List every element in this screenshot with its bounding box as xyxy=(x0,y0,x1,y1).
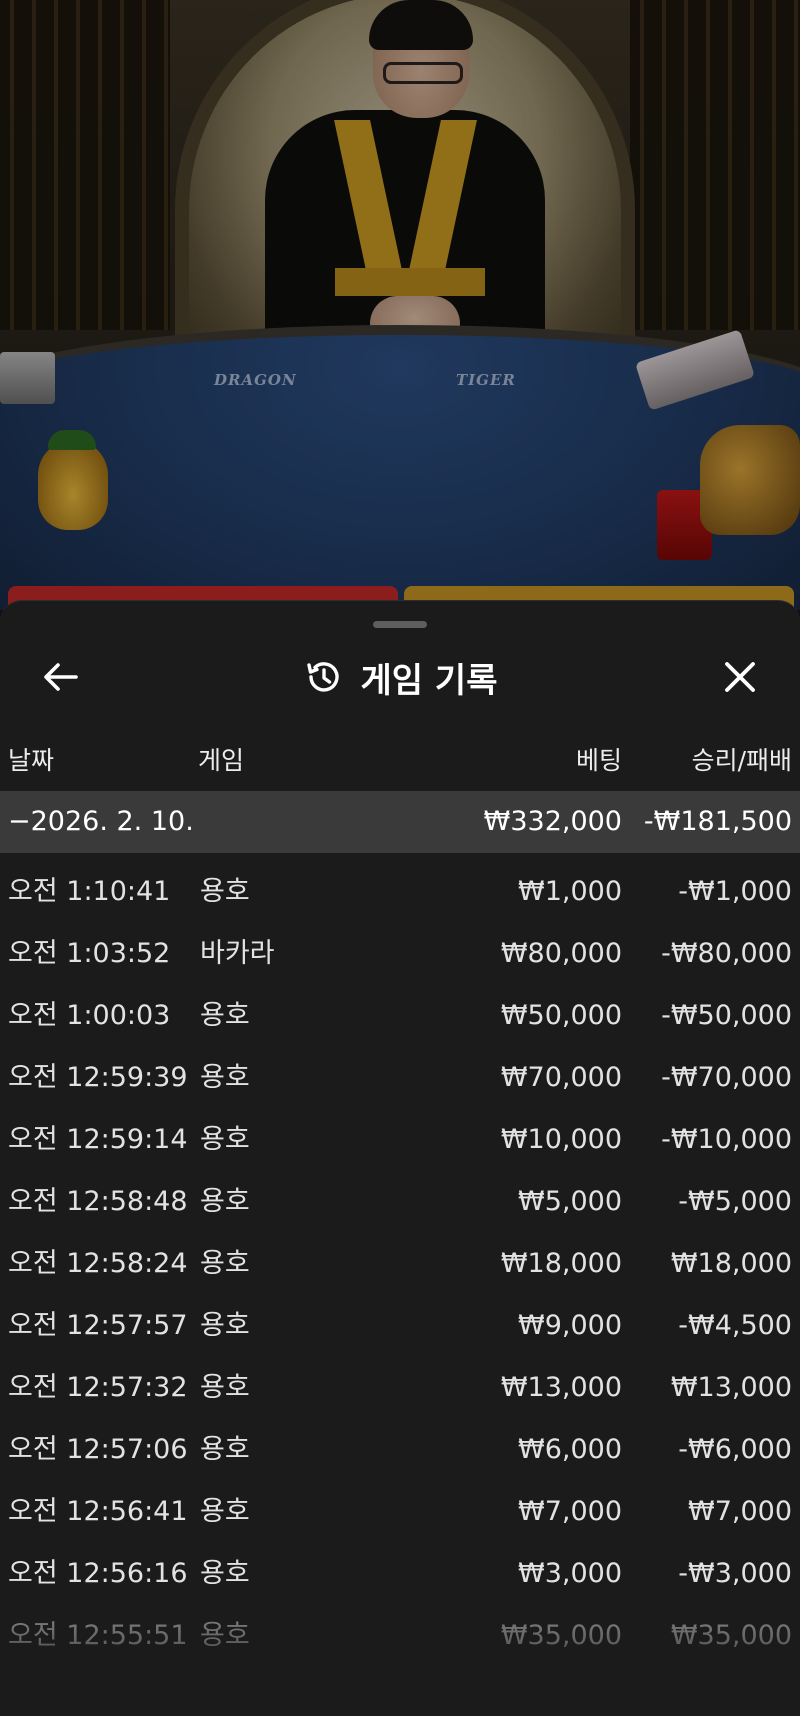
row-bet: ₩80,000 xyxy=(500,938,622,969)
video-dim-overlay xyxy=(0,0,800,610)
table-row[interactable]: 오전 12:58:24 용호 ₩18,000 ₩18,000 xyxy=(0,1233,800,1295)
row-win-loss: ₩35,000 xyxy=(670,1620,792,1651)
row-time: 오전 12:59:39 xyxy=(8,1062,188,1093)
sheet-title: 게임 기록 xyxy=(360,660,498,701)
row-bet: ₩50,000 xyxy=(500,1000,622,1031)
row-bet: ₩5,000 xyxy=(518,1186,622,1217)
row-game: 용호 xyxy=(200,1186,250,1217)
column-header-date: 날짜 xyxy=(8,746,55,775)
table-row[interactable]: 오전 12:57:32 용호 ₩13,000 ₩13,000 xyxy=(0,1357,800,1419)
row-win-loss: ₩18,000 xyxy=(670,1248,792,1279)
row-win-loss: -₩6,000 xyxy=(678,1434,792,1465)
column-header-win-loss: 승리/패배 xyxy=(691,746,792,775)
table-row[interactable]: 오전 12:56:16 용호 ₩3,000 -₩3,000 xyxy=(0,1543,800,1605)
summary-date: −2026. 2. 10. xyxy=(8,806,194,837)
table-row[interactable]: 오전 12:55:51 용호 ₩35,000 ₩35,000 xyxy=(0,1605,800,1667)
table-row[interactable]: 오전 12:59:14 용호 ₩10,000 -₩10,000 xyxy=(0,1109,800,1171)
table-row[interactable]: 오전 12:57:06 용호 ₩6,000 -₩6,000 xyxy=(0,1419,800,1481)
row-game: 용호 xyxy=(200,1496,250,1527)
row-game: 바카라 xyxy=(200,938,275,969)
row-bet: ₩6,000 xyxy=(518,1434,622,1465)
row-win-loss: -₩5,000 xyxy=(678,1186,792,1217)
live-video-feed: DRAGON TIGER xyxy=(0,0,800,610)
row-win-loss: -₩1,000 xyxy=(678,876,792,907)
table-row[interactable]: 오전 1:03:52 바카라 ₩80,000 -₩80,000 xyxy=(0,923,800,985)
row-game: 용호 xyxy=(200,1000,250,1031)
row-bet: ₩3,000 xyxy=(518,1558,622,1589)
row-bet: ₩7,000 xyxy=(518,1496,622,1527)
table-row[interactable]: 오전 12:57:57 용호 ₩9,000 -₩4,500 xyxy=(0,1295,800,1357)
row-bet: ₩10,000 xyxy=(500,1124,622,1155)
column-header-game: 게임 xyxy=(198,746,245,775)
row-time: 오전 12:57:06 xyxy=(8,1434,188,1465)
table-row[interactable]: 오전 12:58:48 용호 ₩5,000 -₩5,000 xyxy=(0,1171,800,1233)
date-group-summary-row[interactable]: −2026. 2. 10. ₩332,000 -₩181,500 xyxy=(0,791,800,853)
row-win-loss: -₩10,000 xyxy=(661,1124,792,1155)
table-row[interactable]: 오전 12:56:41 용호 ₩7,000 ₩7,000 xyxy=(0,1481,800,1543)
row-time: 오전 12:58:48 xyxy=(8,1186,188,1217)
row-bet: ₩9,000 xyxy=(518,1310,622,1341)
row-bet: ₩1,000 xyxy=(518,876,622,907)
summary-bet-total: ₩332,000 xyxy=(483,806,622,837)
row-win-loss: -₩50,000 xyxy=(661,1000,792,1031)
sheet-header: 게임 기록 xyxy=(0,641,800,711)
column-header-bet: 베팅 xyxy=(575,746,622,775)
summary-win-loss-total: -₩181,500 xyxy=(643,806,792,837)
sheet-title-group: 게임 기록 xyxy=(0,647,800,707)
row-time: 오전 12:58:24 xyxy=(8,1248,188,1279)
table-row[interactable]: 오전 12:59:39 용호 ₩70,000 -₩70,000 xyxy=(0,1047,800,1109)
row-game: 용호 xyxy=(200,1248,250,1279)
history-list: 오전 1:10:41 용호 ₩1,000 -₩1,000 오전 1:03:52 … xyxy=(0,861,800,1667)
row-game: 용호 xyxy=(200,1620,250,1651)
row-game: 용호 xyxy=(200,1558,250,1589)
close-button[interactable] xyxy=(710,647,770,707)
table-row[interactable]: 오전 1:10:41 용호 ₩1,000 -₩1,000 xyxy=(0,861,800,923)
row-game: 용호 xyxy=(200,1372,250,1403)
row-game: 용호 xyxy=(200,1434,250,1465)
row-win-loss: ₩7,000 xyxy=(688,1496,792,1527)
row-win-loss: -₩3,000 xyxy=(678,1558,792,1589)
row-game: 용호 xyxy=(200,1124,250,1155)
row-game: 용호 xyxy=(200,876,250,907)
table-row[interactable]: 오전 1:00:03 용호 ₩50,000 -₩50,000 xyxy=(0,985,800,1047)
row-win-loss: -₩70,000 xyxy=(661,1062,792,1093)
close-icon xyxy=(725,662,755,692)
row-time: 오전 12:56:41 xyxy=(8,1496,188,1527)
row-time: 오전 1:03:52 xyxy=(8,938,171,969)
sheet-drag-handle[interactable] xyxy=(373,621,427,628)
row-win-loss: ₩13,000 xyxy=(670,1372,792,1403)
row-game: 용호 xyxy=(200,1310,250,1341)
row-bet: ₩18,000 xyxy=(500,1248,622,1279)
game-history-sheet: 게임 기록 날짜 게임 베팅 승리/패배 −2026. 2. 10. ₩332,… xyxy=(0,600,800,1716)
row-win-loss: -₩80,000 xyxy=(661,938,792,969)
row-bet: ₩13,000 xyxy=(500,1372,622,1403)
row-game: 용호 xyxy=(200,1062,250,1093)
row-time: 오전 12:56:16 xyxy=(8,1558,188,1589)
row-time: 오전 12:59:14 xyxy=(8,1124,188,1155)
history-clock-icon xyxy=(306,662,339,692)
row-time: 오전 12:55:51 xyxy=(8,1620,188,1651)
row-time: 오전 12:57:57 xyxy=(8,1310,188,1341)
row-time: 오전 12:57:32 xyxy=(8,1372,188,1403)
row-bet: ₩35,000 xyxy=(500,1620,622,1651)
row-time: 오전 1:10:41 xyxy=(8,876,171,907)
row-bet: ₩70,000 xyxy=(500,1062,622,1093)
row-time: 오전 1:00:03 xyxy=(8,1000,171,1031)
row-win-loss: -₩4,500 xyxy=(678,1310,792,1341)
